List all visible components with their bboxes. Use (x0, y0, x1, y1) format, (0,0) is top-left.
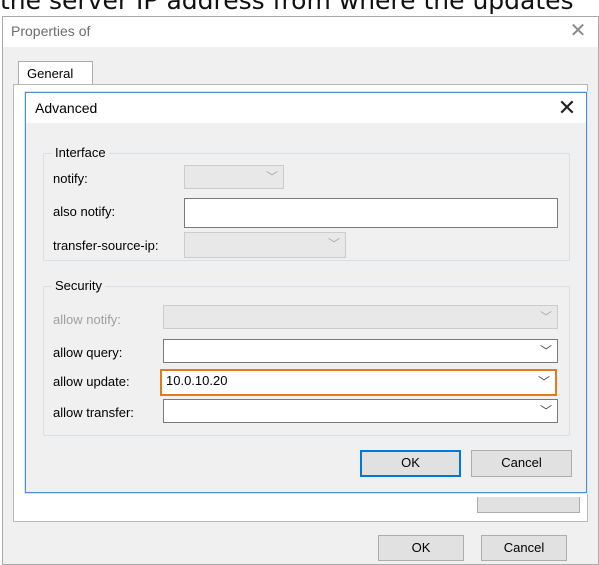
hidden-panel-button (477, 497, 580, 513)
advanced-dialog: Advanced ✕ Interface notify: ﹀ also noti… (25, 92, 587, 493)
allow-update-dropdown[interactable]: 10.0.10.20 ﹀ (160, 369, 557, 396)
also-notify-label: also notify: (53, 204, 116, 219)
advanced-cancel-button[interactable]: Cancel (471, 450, 572, 477)
chevron-down-icon: ﹀ (539, 344, 552, 358)
chevron-down-icon: ﹀ (265, 170, 278, 184)
allow-query-dropdown[interactable]: ﹀ (163, 339, 558, 363)
properties-cancel-button[interactable]: Cancel (481, 535, 567, 561)
allow-transfer-dropdown[interactable]: ﹀ (163, 399, 558, 423)
chevron-down-icon: ﹀ (327, 237, 340, 251)
allow-notify-label: allow notify: (53, 312, 121, 327)
properties-close-icon[interactable]: ✕ (566, 19, 590, 43)
chevron-down-icon: ﹀ (539, 310, 552, 324)
properties-ok-button[interactable]: OK (378, 535, 464, 561)
advanced-titlebar: Advanced ✕ (26, 93, 586, 123)
also-notify-input[interactable] (184, 198, 558, 228)
properties-titlebar: Properties of ✕ (3, 17, 598, 47)
advanced-close-icon[interactable]: ✕ (554, 95, 580, 121)
notify-dropdown[interactable]: ﹀ (184, 165, 284, 189)
properties-title: Properties of (11, 23, 91, 39)
interface-group-label: Interface (52, 145, 109, 160)
allow-update-label: allow update: (53, 374, 130, 389)
tab-general[interactable]: General (18, 61, 93, 85)
notify-label: notify: (53, 171, 88, 186)
allow-update-value: 10.0.10.20 (166, 373, 228, 388)
chevron-down-icon: ﹀ (537, 375, 550, 389)
security-group-label: Security (52, 278, 105, 293)
allow-transfer-label: allow transfer: (53, 405, 134, 420)
instruction-caption: the server IP address from where the upd… (0, 0, 574, 15)
transfer-source-ip-dropdown: ﹀ (184, 232, 346, 258)
transfer-source-ip-label: transfer-source-ip: (53, 238, 159, 253)
allow-query-label: allow query: (53, 345, 123, 360)
advanced-ok-button[interactable]: OK (360, 450, 461, 477)
advanced-title: Advanced (35, 100, 98, 116)
chevron-down-icon: ﹀ (539, 404, 552, 418)
allow-notify-dropdown: ﹀ (163, 305, 558, 329)
